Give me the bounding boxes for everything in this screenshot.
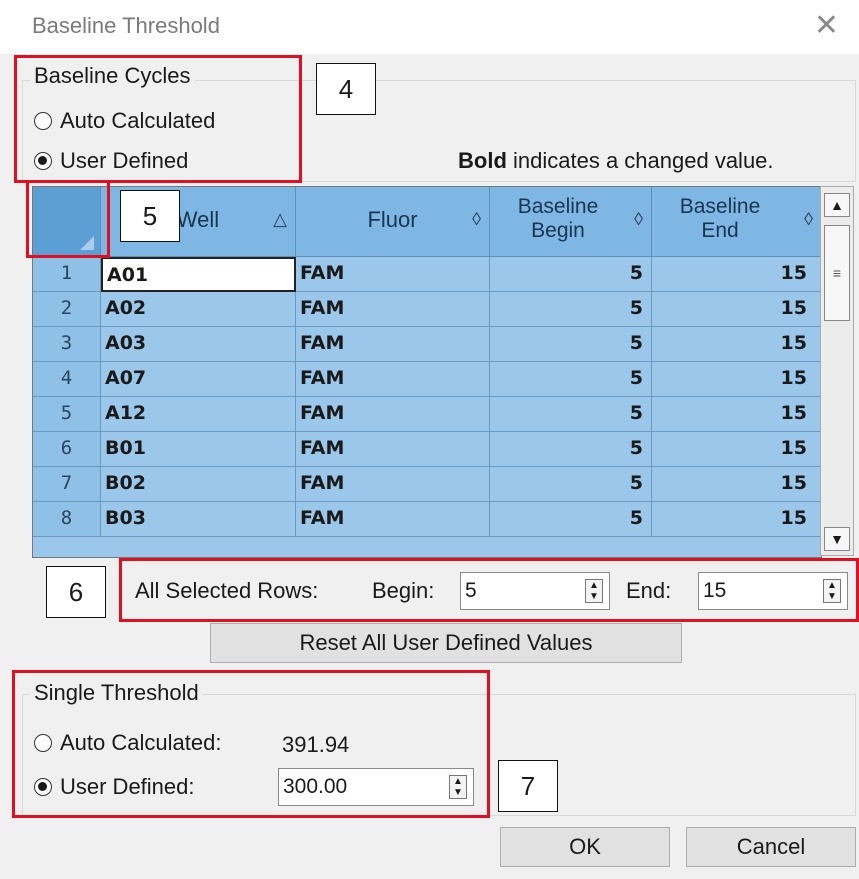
table-row[interactable]: 2 A02 FAM 5 15 <box>33 292 821 327</box>
close-icon[interactable]: ✕ <box>814 8 839 43</box>
changed-value-hint: Bold indicates a changed value. <box>458 148 774 174</box>
fluor-cell[interactable]: FAM <box>296 257 490 292</box>
annotation-box-7 <box>12 670 490 818</box>
fluor-cell[interactable]: FAM <box>296 432 490 467</box>
grid-vertical-scrollbar[interactable]: ▲ ≡ ▼ <box>820 186 854 556</box>
annotation-box-5 <box>26 180 110 258</box>
ok-button[interactable]: OK <box>500 827 670 867</box>
baseline-end-cell[interactable]: 15 <box>652 397 821 432</box>
window-title: Baseline Threshold <box>32 13 220 38</box>
column-header-baseline-end[interactable]: Baseline End ◊ <box>652 187 821 257</box>
baseline-begin-cell[interactable]: 5 <box>490 432 652 467</box>
well-cell[interactable]: B03 <box>101 502 296 537</box>
sort-ascending-icon: △ <box>273 209 287 229</box>
table-row[interactable]: 4 A07 FAM 5 15 <box>33 362 821 397</box>
sort-icon: ◊ <box>634 209 643 229</box>
row-number[interactable]: 3 <box>33 327 101 362</box>
header-label-baseline-end: Baseline End <box>679 195 761 242</box>
baseline-begin-cell[interactable]: 5 <box>490 257 652 292</box>
baseline-threshold-dialog: Baseline Threshold ✕ Baseline Cycles Aut… <box>0 0 859 879</box>
baseline-begin-cell[interactable]: 5 <box>490 327 652 362</box>
fluor-cell[interactable]: FAM <box>296 362 490 397</box>
title-bar: Baseline Threshold ✕ <box>0 0 859 54</box>
baseline-end-cell[interactable]: 15 <box>652 257 821 292</box>
callout-4: 4 <box>316 63 376 115</box>
well-cell[interactable]: B01 <box>101 432 296 467</box>
baseline-begin-cell[interactable]: 5 <box>490 292 652 327</box>
fluor-cell[interactable]: FAM <box>296 292 490 327</box>
table-row[interactable]: 6 B01 FAM 5 15 <box>33 432 821 467</box>
fluor-cell[interactable]: FAM <box>296 397 490 432</box>
callout-7: 7 <box>498 760 558 812</box>
baseline-end-cell[interactable]: 15 <box>652 432 821 467</box>
table-row[interactable]: 5 A12 FAM 5 15 <box>33 397 821 432</box>
column-header-baseline-begin[interactable]: Baseline Begin ◊ <box>490 187 652 257</box>
sort-icon: ◊ <box>472 209 481 229</box>
baseline-begin-cell[interactable]: 5 <box>490 362 652 397</box>
hint-rest: indicates a changed value. <box>506 148 774 173</box>
row-number[interactable]: 7 <box>33 467 101 502</box>
scroll-thumb[interactable]: ≡ <box>824 225 850 321</box>
row-number[interactable]: 8 <box>33 502 101 537</box>
baseline-end-cell[interactable]: 15 <box>652 292 821 327</box>
baseline-begin-cell[interactable]: 5 <box>490 397 652 432</box>
row-number[interactable]: 5 <box>33 397 101 432</box>
callout-5: 5 <box>120 190 180 242</box>
header-label-fluor: Fluor <box>367 207 418 232</box>
annotation-box-6 <box>119 558 859 622</box>
well-cell[interactable]: A01 <box>101 257 296 292</box>
table-row[interactable]: 7 B02 FAM 5 15 <box>33 467 821 502</box>
fluor-cell[interactable]: FAM <box>296 327 490 362</box>
header-label-baseline-begin: Baseline Begin <box>517 195 599 242</box>
hint-bold: Bold <box>458 148 507 173</box>
well-cell[interactable]: A02 <box>101 292 296 327</box>
baseline-end-cell[interactable]: 15 <box>652 362 821 397</box>
reset-user-defined-button[interactable]: Reset All User Defined Values <box>210 623 682 663</box>
annotation-box-4 <box>14 55 302 183</box>
row-number[interactable]: 4 <box>33 362 101 397</box>
fluor-cell[interactable]: FAM <box>296 502 490 537</box>
well-cell[interactable]: A03 <box>101 327 296 362</box>
row-number[interactable]: 6 <box>33 432 101 467</box>
well-cell[interactable]: B02 <box>101 467 296 502</box>
cancel-button[interactable]: Cancel <box>686 827 856 867</box>
table-row[interactable]: 8 B03 FAM 5 15 <box>33 502 821 537</box>
well-cell[interactable]: A07 <box>101 362 296 397</box>
table-row[interactable]: 3 A03 FAM 5 15 <box>33 327 821 362</box>
baseline-end-cell[interactable]: 15 <box>652 502 821 537</box>
table-row[interactable]: 1 A01 FAM 5 15 <box>33 257 821 292</box>
scroll-up-icon[interactable]: ▲ <box>824 193 850 217</box>
column-header-fluor[interactable]: Fluor ◊ <box>296 187 490 257</box>
callout-6: 6 <box>46 566 106 618</box>
sort-icon: ◊ <box>804 209 813 229</box>
scroll-down-icon[interactable]: ▼ <box>824 527 850 551</box>
baseline-end-cell[interactable]: 15 <box>652 467 821 502</box>
row-number[interactable]: 2 <box>33 292 101 327</box>
baseline-begin-cell[interactable]: 5 <box>490 467 652 502</box>
row-number[interactable]: 1 <box>33 257 101 292</box>
baseline-end-cell[interactable]: 15 <box>652 327 821 362</box>
well-cell[interactable]: A12 <box>101 397 296 432</box>
fluor-cell[interactable]: FAM <box>296 467 490 502</box>
baseline-begin-cell[interactable]: 5 <box>490 502 652 537</box>
